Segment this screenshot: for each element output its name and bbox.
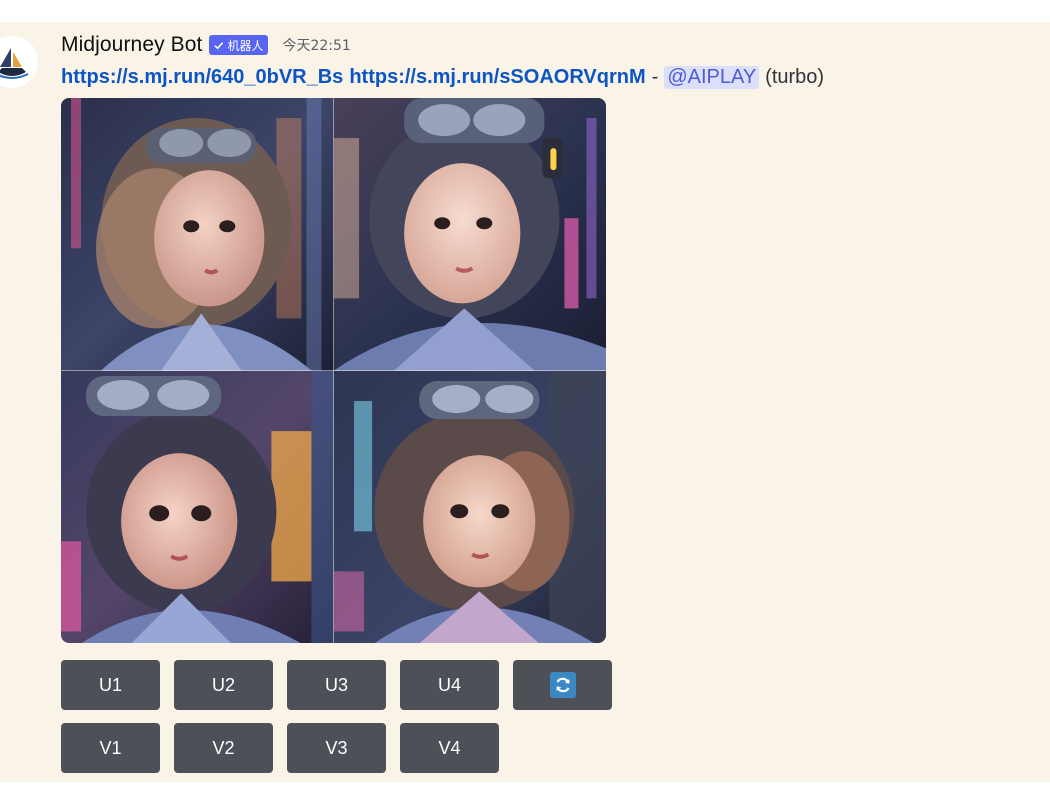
v4-button[interactable]: V4 bbox=[400, 723, 499, 773]
bot-badge: 机器人 bbox=[209, 35, 269, 55]
v1-button[interactable]: V1 bbox=[61, 723, 160, 773]
message-header: Midjourney Bot 机器人 今天22:51 bbox=[61, 32, 351, 58]
variation-buttons-row: V1 V2 V3 V4 bbox=[61, 723, 499, 773]
v2-button[interactable]: V2 bbox=[174, 723, 273, 773]
refresh-icon bbox=[549, 672, 576, 698]
image-tile-3 bbox=[61, 370, 334, 643]
avatar-icon[interactable] bbox=[0, 36, 38, 88]
image-tile-2 bbox=[333, 98, 606, 371]
link-1[interactable]: https://s.mj.run/640_0bVR_Bs bbox=[61, 66, 343, 89]
u2-button[interactable]: U2 bbox=[174, 660, 273, 710]
image-tile-4 bbox=[333, 370, 606, 643]
reroll-button[interactable] bbox=[513, 660, 612, 710]
verified-check-icon bbox=[214, 41, 224, 49]
image-grid[interactable] bbox=[61, 98, 606, 643]
message-content: https://s.mj.run/640_0bVR_Bs https://s.m… bbox=[61, 63, 824, 91]
bot-badge-label: 机器人 bbox=[227, 38, 264, 53]
image-tile-1 bbox=[61, 98, 334, 371]
u1-button[interactable]: U1 bbox=[61, 660, 160, 710]
user-mention[interactable]: @AIPLAY bbox=[664, 65, 760, 89]
separator: - bbox=[651, 65, 659, 88]
timestamp: 今天22:51 bbox=[282, 38, 351, 54]
author-name[interactable]: Midjourney Bot bbox=[61, 33, 202, 57]
upscale-buttons-row: U1 U2 U3 U4 bbox=[61, 660, 612, 710]
link-2[interactable]: https://s.mj.run/sSOAORVqrnM bbox=[349, 66, 645, 89]
message: Midjourney Bot 机器人 今天22:51 https://s.mj.… bbox=[0, 22, 1050, 782]
v3-button[interactable]: V3 bbox=[287, 723, 386, 773]
mode-label: (turbo) bbox=[765, 65, 825, 88]
u4-button[interactable]: U4 bbox=[400, 660, 499, 710]
u3-button[interactable]: U3 bbox=[287, 660, 386, 710]
